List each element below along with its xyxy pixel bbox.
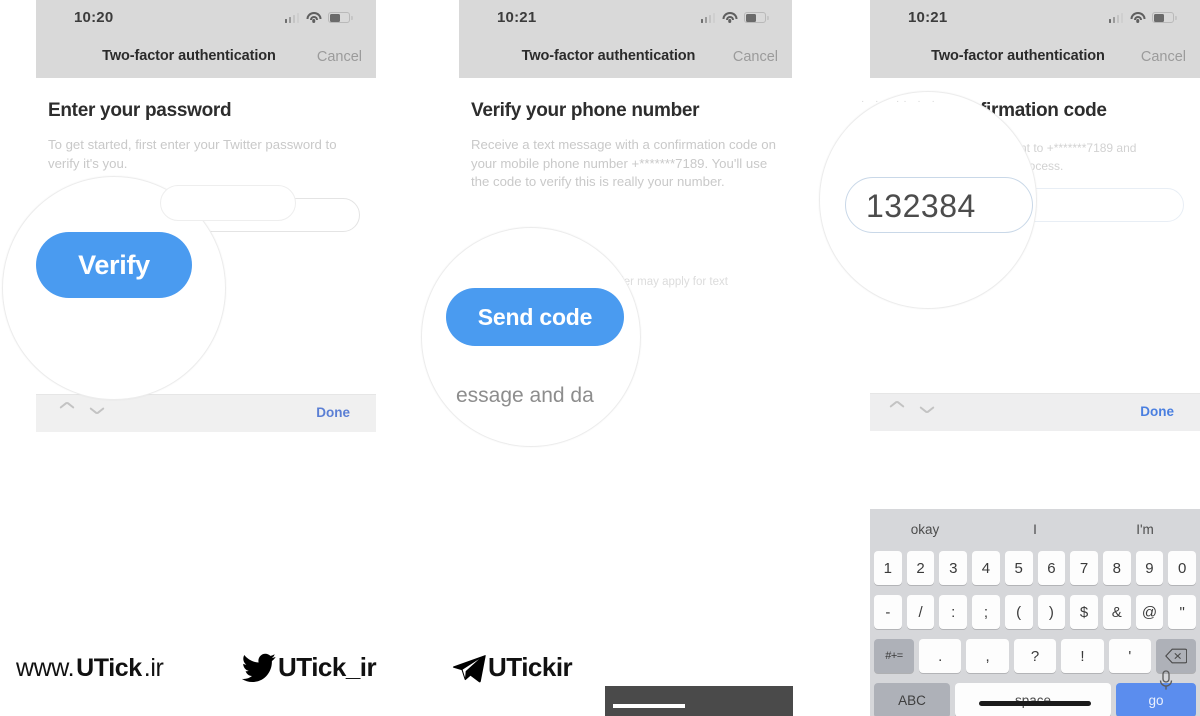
done-button[interactable]: Done: [1140, 404, 1174, 419]
status-bar-clock: 10:20: [74, 9, 114, 26]
battery-icon: [328, 12, 353, 23]
confirmation-code-value: 132384: [866, 188, 976, 224]
footer-watermark: www. UTick .ir UTick_ir UTickir: [0, 638, 870, 716]
prediction-0[interactable]: okay: [870, 522, 980, 537]
heading-enter-password: Enter your password: [48, 100, 232, 121]
heading-verify-phone: Verify your phone number: [471, 100, 700, 121]
status-bar: 10:20: [36, 0, 376, 36]
key-7[interactable]: 7: [1070, 551, 1098, 585]
body-copy-verify-phone: Receive a text message with a confirmati…: [471, 137, 776, 190]
video-progress-played: [613, 704, 685, 708]
website-watermark: www. UTick .ir: [16, 654, 164, 683]
status-bar-icons: [1108, 12, 1177, 23]
body-copy-enter-password: To get started, first enter your Twitter…: [48, 137, 337, 171]
microphone-icon[interactable]: [1158, 670, 1174, 694]
twitter-handle: UTick_ir: [278, 652, 377, 682]
done-button[interactable]: Done: [316, 405, 350, 420]
verify-button[interactable]: Verify: [36, 232, 192, 298]
screenshot-stage: 10:20 Two-factor authentication Cancel E…: [0, 0, 1200, 716]
key-paren-close[interactable]: ): [1037, 595, 1066, 629]
magnified-password-input[interactable]: [160, 185, 296, 221]
key-hyphen[interactable]: -: [874, 595, 902, 629]
key-paren-open[interactable]: (: [1004, 595, 1033, 629]
magnified-faint-text: · · ·· · ·: [861, 96, 939, 107]
key-9[interactable]: 9: [1135, 551, 1164, 585]
website-prefix: www.: [16, 654, 75, 682]
keyboard-bottom-bar: [870, 666, 1200, 716]
prediction-1[interactable]: I: [980, 522, 1090, 537]
navigation-bar: Two-factor authentication Cancel: [870, 36, 1200, 78]
key-ampersand[interactable]: &: [1102, 595, 1131, 629]
chevron-down-icon[interactable]: [90, 407, 104, 416]
key-0[interactable]: 0: [1168, 551, 1197, 585]
wifi-icon: [1130, 12, 1145, 23]
magnified-partial-text: essage and da: [456, 384, 594, 407]
status-bar-icons: [700, 12, 769, 23]
status-bar-icons: [284, 12, 353, 23]
cancel-button[interactable]: Cancel: [317, 49, 362, 65]
key-4[interactable]: 4: [972, 551, 1000, 585]
navigation-bar: Two-factor authentication Cancel: [36, 36, 376, 78]
keyboard-accessory-toolbar: Done: [36, 394, 376, 432]
key-8[interactable]: 8: [1102, 551, 1131, 585]
video-scrubber-bar[interactable]: [605, 686, 793, 716]
keyboard-row-symbols: - / : ; ( ) $ & @ ": [870, 595, 1200, 629]
website-brand: UTick: [76, 654, 142, 682]
telegram-watermark: UTickir: [452, 652, 573, 683]
status-bar: 10:21: [870, 0, 1200, 36]
battery-icon: [1152, 12, 1177, 23]
key-2[interactable]: 2: [906, 551, 935, 585]
home-indicator: [979, 701, 1091, 706]
ios-keyboard: okay I I'm 1 2 3 4 5 6 7 8 9 0 - /: ; (…: [870, 509, 1200, 716]
key-5[interactable]: 5: [1004, 551, 1033, 585]
battery-icon: [744, 12, 769, 23]
keyboard-accessory-toolbar: Done: [870, 393, 1200, 431]
status-bar: 10:21: [459, 0, 792, 36]
key-3[interactable]: 3: [939, 551, 968, 585]
chevron-down-icon[interactable]: [920, 406, 934, 415]
wifi-icon: [722, 12, 737, 23]
chevron-up-icon[interactable]: [890, 406, 904, 415]
signal-icon: [284, 12, 299, 23]
wifi-icon: [306, 12, 321, 23]
keyboard-row-numbers: 1 2 3 4 5 6 7 8 9 0: [870, 551, 1200, 585]
twitter-bird-icon: [242, 653, 276, 683]
prediction-2[interactable]: I'm: [1090, 522, 1200, 537]
key-at[interactable]: @: [1135, 595, 1164, 629]
key-colon[interactable]: :: [939, 595, 968, 629]
chevron-up-icon[interactable]: [60, 407, 74, 416]
predictive-text-bar: okay I I'm: [870, 509, 1200, 549]
cancel-button[interactable]: Cancel: [1141, 49, 1186, 65]
key-semicolon[interactable]: ;: [972, 595, 1000, 629]
twitter-watermark: UTick_ir: [242, 652, 377, 683]
signal-icon: [1108, 12, 1123, 23]
telegram-handle: UTickir: [488, 652, 573, 682]
key-dollar[interactable]: $: [1070, 595, 1098, 629]
status-bar-clock: 10:21: [908, 9, 948, 26]
signal-icon: [700, 12, 715, 23]
status-bar-clock: 10:21: [497, 9, 537, 26]
cancel-button[interactable]: Cancel: [733, 49, 778, 65]
navigation-bar: Two-factor authentication Cancel: [459, 36, 792, 78]
telegram-plane-icon: [452, 653, 486, 683]
key-slash[interactable]: /: [906, 595, 935, 629]
key-6[interactable]: 6: [1037, 551, 1066, 585]
key-1[interactable]: 1: [874, 551, 902, 585]
website-suffix: .ir: [143, 654, 164, 682]
send-code-button[interactable]: Send code: [446, 288, 624, 346]
key-quote[interactable]: ": [1168, 595, 1197, 629]
